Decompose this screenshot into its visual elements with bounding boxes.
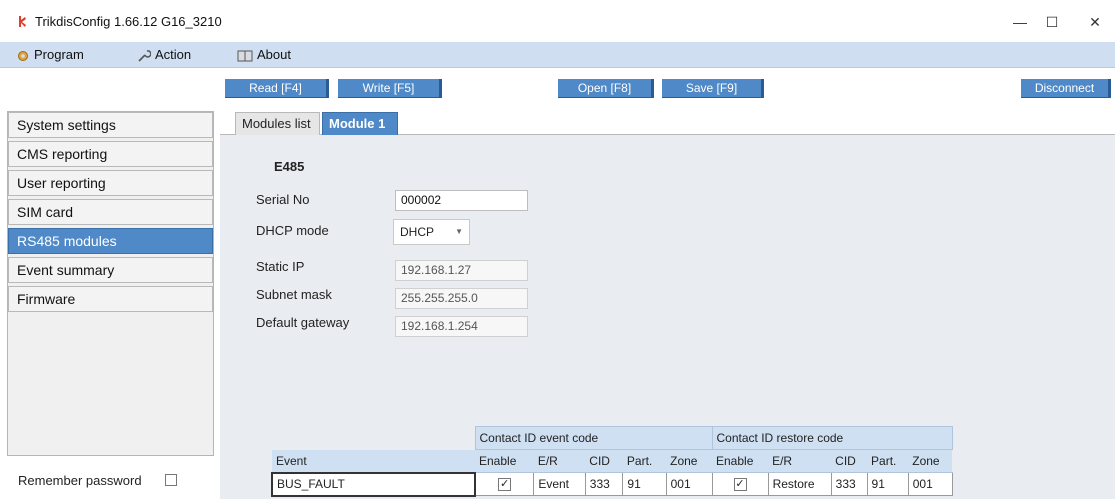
- col-event: Event: [272, 449, 475, 473]
- enable-event-checkbox[interactable]: ✓: [498, 478, 512, 492]
- sidebar-item-firmware[interactable]: Firmware: [8, 286, 213, 312]
- column-header-row: Event Enable E/R CID Part. Zone Enable E…: [272, 449, 952, 473]
- col-er: E/R: [533, 449, 586, 473]
- menu-about-label: About: [257, 47, 291, 62]
- col-part: Part.: [622, 449, 667, 473]
- sidebar-item-system-settings[interactable]: System settings: [8, 112, 213, 138]
- enable-restore-checkbox[interactable]: ✓: [733, 478, 747, 492]
- static-ip-label: Static IP: [256, 259, 305, 274]
- sidebar: System settings CMS reporting User repor…: [7, 111, 214, 456]
- col-cid-restore: CID: [831, 449, 868, 473]
- sidebar-item-cms-reporting[interactable]: CMS reporting: [8, 141, 213, 167]
- default-gateway-field[interactable]: 192.168.1.254: [395, 316, 528, 337]
- sidebar-item-sim-card[interactable]: SIM card: [8, 199, 213, 225]
- menu-bar: Program Action About: [0, 42, 1115, 68]
- menu-program[interactable]: Program: [16, 46, 84, 64]
- subnet-mask-field[interactable]: 255.255.255.0: [395, 288, 528, 309]
- event-codes-table: Contact ID event code Contact ID restore…: [271, 426, 953, 497]
- sidebar-item-rs485-modules[interactable]: RS485 modules: [8, 228, 213, 254]
- col-cid: CID: [585, 449, 623, 473]
- event-name-cell[interactable]: BUS_FAULT: [271, 471, 476, 497]
- er-restore-cell[interactable]: Restore: [767, 472, 832, 496]
- tab-module-1[interactable]: Module 1: [322, 112, 398, 135]
- zone-restore-cell[interactable]: 001: [907, 472, 953, 496]
- serial-label: Serial No: [256, 192, 310, 207]
- dhcp-select[interactable]: DHCP ▼: [393, 219, 470, 245]
- col-part-restore: Part.: [867, 449, 909, 473]
- menu-action[interactable]: Action: [137, 46, 191, 64]
- wrench-icon: [138, 49, 151, 62]
- sidebar-item-event-summary[interactable]: Event summary: [8, 257, 213, 283]
- window-title: TrikdisConfig 1.66.12 G16_3210: [35, 14, 222, 29]
- enable-restore-checkbox-cell[interactable]: ✓: [711, 472, 769, 496]
- subnet-mask-label: Subnet mask: [256, 287, 332, 302]
- static-ip-field[interactable]: 192.168.1.27: [395, 260, 528, 281]
- serial-field[interactable]: 000002: [395, 190, 528, 211]
- gear-icon: [18, 50, 28, 61]
- cid-restore-cell[interactable]: 333: [830, 472, 868, 496]
- dhcp-label: DHCP mode: [256, 223, 329, 238]
- col-er-restore: E/R: [768, 449, 832, 473]
- remember-password-label: Remember password: [18, 473, 142, 488]
- default-gateway-label: Default gateway: [256, 315, 350, 330]
- disconnect-button[interactable]: Disconnect: [1021, 79, 1111, 98]
- remember-password-checkbox[interactable]: [165, 474, 177, 486]
- book-icon: [237, 50, 253, 62]
- app-logo-icon: [19, 16, 26, 27]
- title-bar: TrikdisConfig 1.66.12 G16_3210 — ☐ ✕: [0, 0, 1115, 42]
- blank-cell: [272, 426, 475, 450]
- col-zone-restore: Zone: [908, 449, 952, 473]
- col-zone: Zone: [666, 449, 712, 473]
- sidebar-item-user-reporting[interactable]: User reporting: [8, 170, 213, 196]
- part-event-cell[interactable]: 91: [622, 472, 667, 496]
- tab-modules-list[interactable]: Modules list: [235, 112, 320, 135]
- enable-event-checkbox-cell[interactable]: ✓: [474, 472, 535, 496]
- col-enable: Enable: [475, 449, 534, 473]
- contact-id-restore-header: Contact ID restore code: [711, 426, 953, 450]
- module-name: E485: [274, 159, 305, 174]
- close-button[interactable]: ✕: [1073, 8, 1115, 36]
- maximize-button[interactable]: ☐: [1030, 8, 1074, 36]
- col-enable-restore: Enable: [712, 449, 769, 473]
- save-button[interactable]: Save [F9]: [662, 79, 764, 98]
- table-row[interactable]: BUS_FAULT ✓ Event 333 91 001 ✓ Restore 3…: [271, 471, 953, 497]
- menu-program-label: Program: [34, 47, 84, 62]
- read-button[interactable]: Read [F4]: [225, 79, 329, 98]
- cid-event-cell[interactable]: 333: [584, 472, 624, 496]
- menu-about[interactable]: About: [237, 46, 291, 64]
- menu-action-label: Action: [155, 47, 192, 62]
- er-event-cell[interactable]: Event: [533, 472, 586, 496]
- write-button[interactable]: Write [F5]: [338, 79, 442, 98]
- contact-id-event-header: Contact ID event code: [474, 426, 713, 450]
- dhcp-select-value: DHCP: [400, 225, 435, 239]
- chevron-down-icon: ▼: [455, 227, 463, 236]
- part-restore-cell[interactable]: 91: [866, 472, 909, 496]
- zone-event-cell[interactable]: 001: [665, 472, 713, 496]
- open-button[interactable]: Open [F8]: [558, 79, 654, 98]
- group-header-row: Contact ID event code Contact ID restore…: [272, 426, 953, 450]
